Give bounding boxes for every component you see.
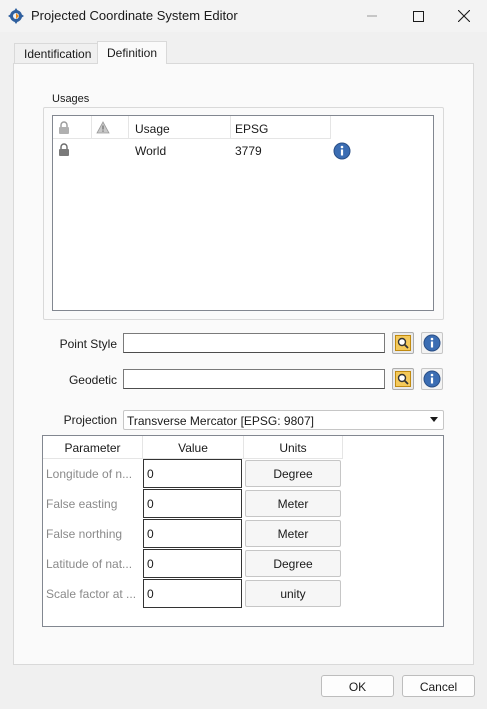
app-gear-icon — [8, 8, 24, 24]
search-icon — [395, 371, 411, 387]
lock-icon — [59, 121, 69, 134]
title-bar: Projected Coordinate System Editor — [0, 0, 487, 32]
geodetic-field[interactable] — [123, 369, 385, 389]
usages-list[interactable]: Usage EPSG World 3779 — [52, 115, 434, 311]
chevron-down-icon — [430, 417, 438, 422]
point-style-info-button[interactable] — [421, 332, 443, 354]
close-icon — [458, 10, 470, 22]
projection-value: Transverse Mercator [EPSG: 9807] — [127, 414, 314, 428]
window-title: Projected Coordinate System Editor — [31, 8, 238, 23]
epsg-cell[interactable]: 3779 — [235, 144, 262, 158]
parameter-unit-button[interactable]: Degree — [245, 460, 341, 487]
point-style-field[interactable] — [123, 333, 385, 353]
maximize-icon — [412, 10, 424, 22]
parameter-value-input[interactable]: 0 — [143, 519, 242, 548]
epsg-column-header[interactable]: EPSG — [235, 122, 268, 136]
parameter-value-input[interactable]: 0 — [143, 459, 242, 488]
geodetic-label: Geodetic — [68, 373, 117, 387]
parameter-value-input[interactable]: 0 — [143, 549, 242, 578]
column-separator — [230, 116, 231, 139]
geodetic-search-button[interactable] — [392, 368, 414, 390]
geodetic-info-button[interactable] — [421, 368, 443, 390]
parameter-unit-button[interactable]: unity — [245, 580, 341, 607]
ok-button[interactable]: OK — [321, 675, 394, 697]
usages-group-label: Usages — [50, 93, 92, 105]
usages-list-header — [53, 116, 331, 139]
point-style-label: Point Style — [59, 337, 117, 351]
close-button[interactable] — [441, 0, 487, 32]
info-icon — [423, 370, 441, 388]
parameter-name: False easting — [46, 497, 118, 511]
column-separator — [330, 116, 331, 139]
parameter-name: Latitude of nat... — [46, 557, 133, 571]
parameter-value-input[interactable]: 0 — [143, 579, 242, 608]
parameters-table: Parameter Value Units Longitude of n... … — [42, 435, 444, 627]
parameter-value-input[interactable]: 0 — [143, 489, 242, 518]
info-icon — [423, 334, 441, 352]
usage-cell[interactable]: World — [135, 144, 166, 158]
parameter-name: False northing — [46, 527, 123, 541]
point-style-search-button[interactable] — [392, 332, 414, 354]
projection-label: Projection — [63, 413, 117, 427]
column-separator — [128, 116, 129, 139]
value-column-header: Value — [143, 436, 244, 459]
warning-icon — [96, 121, 110, 134]
parameter-unit-button[interactable]: Meter — [245, 520, 341, 547]
minimize-button[interactable] — [349, 0, 395, 32]
lock-icon — [59, 143, 69, 156]
tab-definition[interactable]: Definition — [97, 41, 167, 64]
column-separator — [91, 116, 92, 139]
parameter-column-header: Parameter — [43, 436, 143, 459]
units-column-header: Units — [244, 436, 343, 459]
minimize-icon — [367, 15, 377, 17]
parameter-name: Longitude of n... — [46, 467, 133, 481]
parameter-name: Scale factor at ... — [46, 587, 137, 601]
tab-identification[interactable]: Identification — [14, 43, 102, 64]
projection-select[interactable]: Transverse Mercator [EPSG: 9807] — [123, 410, 444, 430]
maximize-button[interactable] — [395, 0, 441, 32]
cancel-button[interactable]: Cancel — [402, 675, 475, 697]
parameter-unit-button[interactable]: Meter — [245, 490, 341, 517]
info-icon[interactable] — [333, 142, 351, 160]
search-icon — [395, 335, 411, 351]
parameter-unit-button[interactable]: Degree — [245, 550, 341, 577]
usage-column-header[interactable]: Usage — [135, 122, 170, 136]
